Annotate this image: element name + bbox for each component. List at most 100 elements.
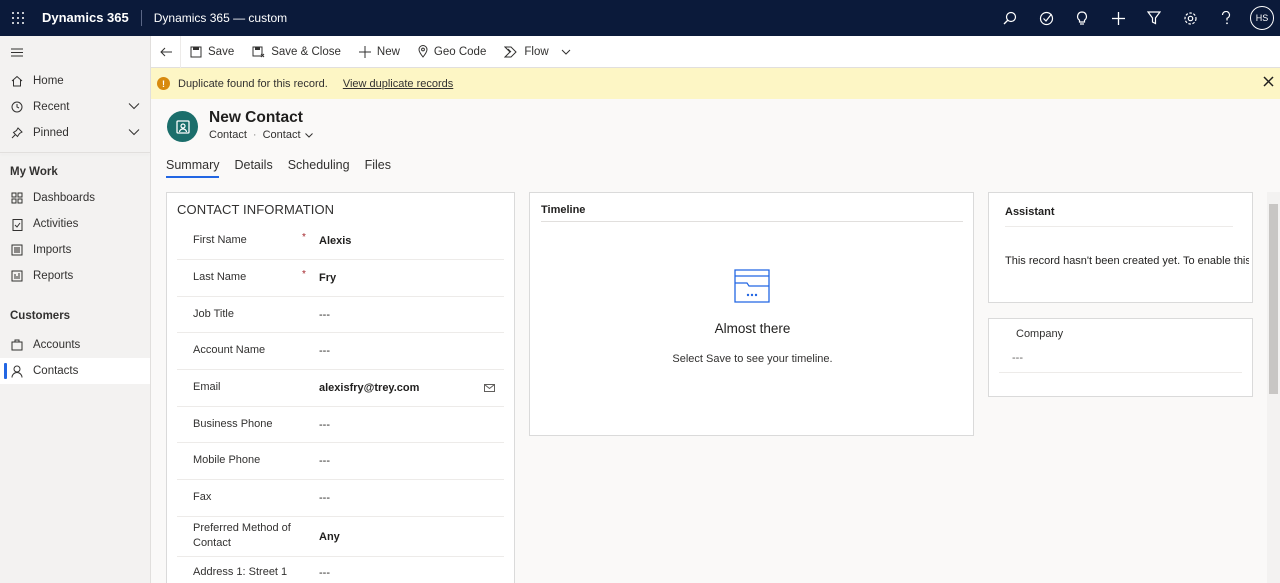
close-icon[interactable] [1263, 76, 1274, 90]
scrollbar-thumb[interactable] [1269, 204, 1278, 394]
required-marker: * [302, 269, 306, 280]
chevron-down-icon [304, 132, 313, 138]
warning-icon: ! [157, 77, 170, 90]
field-label: Account Name [193, 344, 266, 356]
form-selector[interactable]: Contact [263, 129, 301, 141]
search-icon[interactable] [992, 0, 1028, 36]
back-button[interactable] [151, 35, 181, 68]
sidebar-item-home[interactable]: Home [0, 68, 150, 94]
sidebar-divider [0, 152, 150, 153]
geo-code-button[interactable]: Geo Code [409, 36, 495, 68]
plus-icon[interactable] [1100, 0, 1136, 36]
business-phone-input[interactable]: --- [319, 419, 330, 431]
user-avatar[interactable]: HS [1250, 6, 1274, 30]
contact-icon [10, 364, 24, 378]
accounts-icon [10, 338, 24, 352]
lightbulb-icon[interactable] [1064, 0, 1100, 36]
company-label: Company [1016, 328, 1064, 340]
settings-icon[interactable] [1172, 0, 1208, 36]
save-icon [190, 46, 202, 57]
field-label: Business Phone [193, 418, 273, 430]
send-email-icon[interactable] [484, 382, 496, 396]
save-and-close-button[interactable]: Save & Close [243, 36, 350, 68]
timeline-empty-text: Select Save to see your timeline. [672, 353, 833, 365]
sidebar-item-label: Recent [33, 101, 70, 113]
app-name[interactable]: Dynamics 365 — custom [154, 11, 287, 25]
account-name-lookup[interactable]: --- [319, 345, 330, 357]
dashboard-icon [10, 191, 24, 205]
field-email: Email alexisfry@trey.com [177, 370, 504, 407]
task-icon[interactable] [1028, 0, 1064, 36]
chevron-down-icon[interactable] [128, 101, 140, 113]
field-first-name: First Name * Alexis [177, 223, 504, 260]
first-name-input[interactable]: Alexis [319, 235, 351, 247]
home-icon [10, 74, 24, 88]
company-lookup[interactable]: --- [1012, 352, 1023, 364]
activities-icon [10, 217, 24, 231]
map-pin-icon [418, 45, 428, 58]
contact-record-icon [167, 111, 198, 142]
contact-information-section: CONTACT INFORMATION First Name * Alexis … [166, 192, 515, 583]
entity-name: Contact [209, 129, 247, 141]
field-label: Preferred Method of Contact [193, 522, 291, 549]
assistant-title: Assistant [1005, 206, 1055, 218]
mobile-phone-input[interactable]: --- [319, 455, 330, 467]
timeline-title: Timeline [541, 204, 586, 216]
sidebar-item-label: Imports [33, 244, 72, 256]
form-tabs: Summary Details Scheduling Files [166, 158, 406, 178]
tab-summary[interactable]: Summary [166, 158, 220, 178]
sidebar: Home Recent Pinned My Work Dashboards Ac… [0, 36, 151, 583]
sidebar-group-my-work: My Work [10, 166, 58, 178]
hamburger-menu-button[interactable] [0, 36, 150, 68]
timeline-section: Timeline Almost there Select Save to see… [529, 192, 974, 436]
section-title: CONTACT INFORMATION [177, 202, 335, 217]
sidebar-item-accounts[interactable]: Accounts [0, 332, 150, 358]
chevron-down-icon[interactable] [128, 127, 140, 139]
last-name-input[interactable]: Fry [319, 272, 336, 284]
tab-scheduling[interactable]: Scheduling [288, 158, 350, 178]
sidebar-item-pinned[interactable]: Pinned [0, 120, 150, 146]
preferred-contact-select[interactable]: Any [319, 531, 340, 543]
flow-icon [504, 46, 518, 57]
address-street-1-input[interactable]: --- [319, 567, 330, 579]
tab-details[interactable]: Details [234, 158, 272, 178]
back-arrow-icon [159, 47, 172, 56]
view-duplicates-link[interactable]: View duplicate records [343, 78, 453, 90]
flow-label: Flow [524, 45, 549, 58]
job-title-input[interactable]: --- [319, 309, 330, 321]
field-label: First Name [193, 234, 247, 246]
sidebar-item-activities[interactable]: Activities [0, 211, 150, 237]
sidebar-item-recent[interactable]: Recent [0, 94, 150, 120]
sidebar-item-reports[interactable]: Reports [0, 263, 150, 289]
reports-icon [10, 269, 24, 283]
tab-files[interactable]: Files [365, 158, 391, 178]
filter-icon[interactable] [1136, 0, 1172, 36]
save-button[interactable]: Save [181, 36, 243, 68]
imports-icon [10, 243, 24, 257]
new-button[interactable]: New [350, 36, 409, 68]
sidebar-item-label: Accounts [33, 339, 81, 351]
save-close-icon [252, 46, 265, 57]
field-label: Address 1: Street 1 [193, 566, 288, 578]
sidebar-item-dashboards[interactable]: Dashboards [0, 185, 150, 211]
sidebar-item-imports[interactable]: Imports [0, 237, 150, 263]
sidebar-item-label: Dashboards [33, 192, 96, 204]
chevron-down-icon [561, 49, 570, 55]
app-launcher-waffle-icon[interactable] [0, 0, 36, 36]
flow-button[interactable]: Flow [495, 36, 585, 68]
vertical-scrollbar[interactable] [1267, 192, 1280, 583]
assistant-section: Assistant This record hasn't been create… [988, 192, 1253, 303]
duplicate-notification-bar: ! Duplicate found for this record. View … [151, 68, 1280, 99]
plus-icon [358, 45, 371, 58]
field-preferred-contact-method: Preferred Method of Contact Any [177, 517, 504, 557]
email-input[interactable]: alexisfry@trey.com [319, 382, 419, 394]
sidebar-item-contacts[interactable]: Contacts [0, 358, 150, 384]
command-bar: Save Save & Close New Geo Code Flow [151, 35, 1280, 68]
brand-title[interactable]: Dynamics 365 [42, 10, 142, 26]
fax-input[interactable]: --- [319, 492, 330, 504]
new-label: New [376, 45, 400, 58]
folder-icon [733, 267, 771, 308]
pin-icon [10, 126, 24, 140]
sidebar-item-label: Pinned [33, 127, 69, 139]
help-icon[interactable] [1208, 0, 1244, 36]
